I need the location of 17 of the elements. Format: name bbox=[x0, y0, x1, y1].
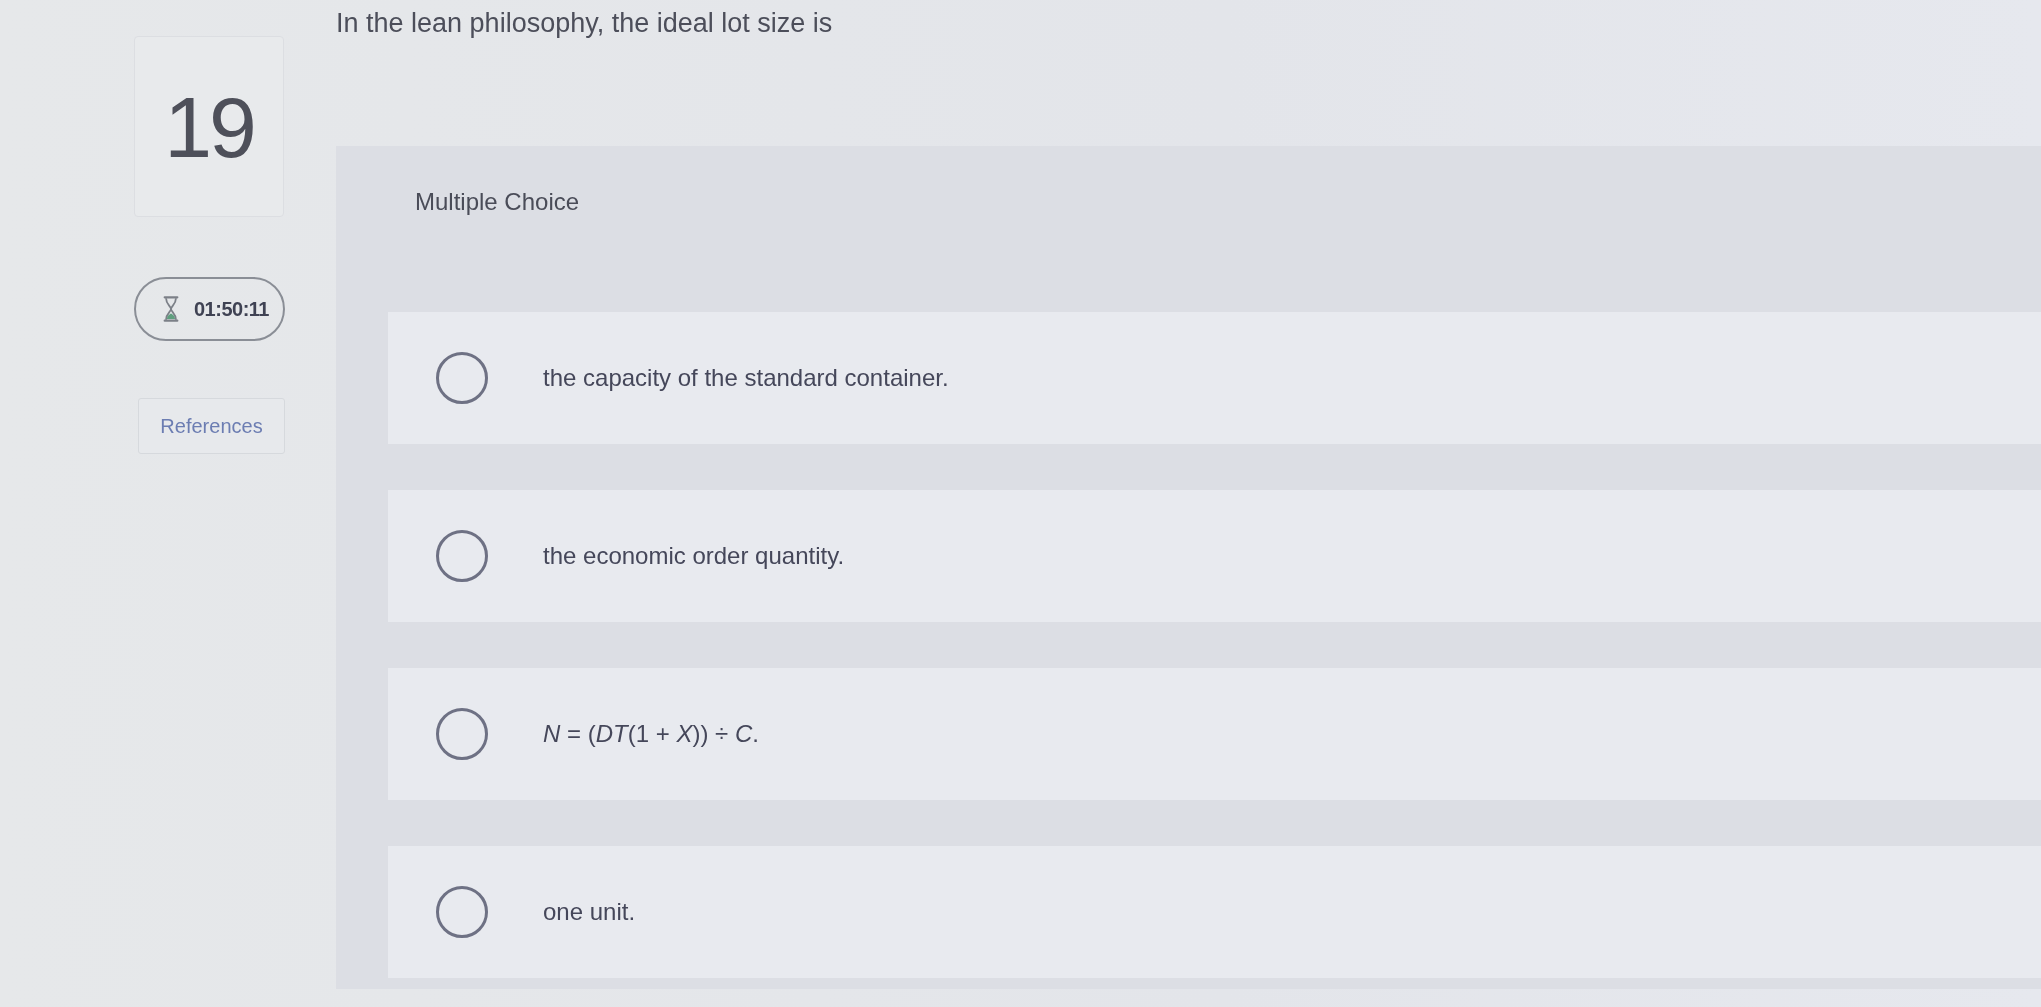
answer-option[interactable]: N = (DT(1 + X)) ÷ C. bbox=[388, 668, 2041, 800]
radio-button[interactable] bbox=[436, 886, 488, 938]
radio-button[interactable] bbox=[436, 352, 488, 404]
question-number: 19 bbox=[164, 83, 254, 170]
answer-option[interactable]: the capacity of the standard container. bbox=[388, 312, 2041, 444]
question-text: In the lean philosophy, the ideal lot size is bbox=[336, 7, 834, 40]
option-text: N = (DT(1 + X)) ÷ C. bbox=[543, 720, 759, 748]
option-text: the capacity of the standard container. bbox=[543, 364, 949, 392]
option-text: one unit. bbox=[543, 898, 636, 926]
radio-button[interactable] bbox=[436, 708, 488, 760]
answer-option[interactable]: one unit. bbox=[388, 846, 2041, 978]
hourglass-icon bbox=[162, 295, 180, 323]
answer-option[interactable]: the economic order quantity. bbox=[388, 490, 2041, 622]
radio-button[interactable] bbox=[436, 530, 488, 582]
timer-text: 01:50:11 bbox=[194, 297, 269, 321]
question-type-label: Multiple Choice bbox=[415, 187, 581, 217]
option-text: the economic order quantity. bbox=[543, 542, 845, 570]
